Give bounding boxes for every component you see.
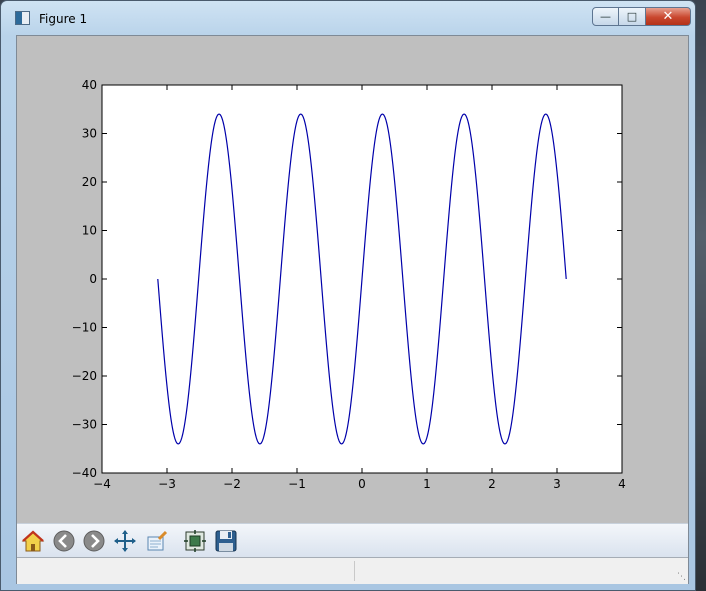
home-icon[interactable] [21,529,45,553]
status-bar: ⋱ [17,557,688,584]
y-tick-label: −30 [72,418,97,432]
minimize-button[interactable]: — [592,7,619,26]
close-button[interactable]: ✕ [646,7,691,26]
maximize-icon: □ [626,10,638,23]
status-separator [354,561,355,581]
y-tick-label: 30 [82,127,97,141]
plot-area[interactable]: −4 −3 −2 −1 0 1 2 3 4 403020100−10−20−30−40 [17,36,688,523]
y-tick-label: 10 [82,224,97,238]
y-tick-label: −10 [72,321,97,335]
y-tick-label: 0 [89,272,97,286]
window-title: Figure 1 [39,12,88,26]
x-tick-label: −1 [288,477,306,491]
figure-canvas: −4 −3 −2 −1 0 1 2 3 4 40 30 20 10 0 −10 −20 −30 −40 [16,35,689,584]
title-bar[interactable]: Figure 1 — □ ✕ [1,1,695,35]
pan-icon[interactable] [113,529,137,553]
x-tick-label: 4 [618,477,626,491]
y-tick-label: 20 [82,175,97,189]
forward-icon[interactable] [82,529,106,553]
maximize-button[interactable]: □ [619,7,646,26]
y-tick-label: 40 [82,78,97,92]
resize-grip-icon[interactable]: ⋱ [677,572,686,582]
zoom-icon[interactable] [145,529,169,553]
y-tick-label: −20 [72,369,97,383]
navigation-toolbar [17,523,688,558]
x-tick-label: 3 [553,477,561,491]
x-tick-label: −3 [158,477,176,491]
y-tick-label: −40 [72,466,97,480]
close-icon: ✕ [662,9,674,24]
window-controls: — □ ✕ [592,7,691,26]
figure-window: Figure 1 — □ ✕ −4 −3 −2 −1 0 1 2 3 4 40 30 20 10 0 −1… [0,0,696,591]
back-icon[interactable] [52,529,76,553]
app-icon [15,11,30,25]
minimize-icon: — [600,10,611,23]
x-tick-label: 2 [488,477,496,491]
save-icon[interactable] [214,529,238,553]
x-tick-label: 0 [358,477,366,491]
x-tick-label: 1 [423,477,431,491]
subplots-icon[interactable] [183,529,207,553]
x-tick-label: −2 [223,477,241,491]
